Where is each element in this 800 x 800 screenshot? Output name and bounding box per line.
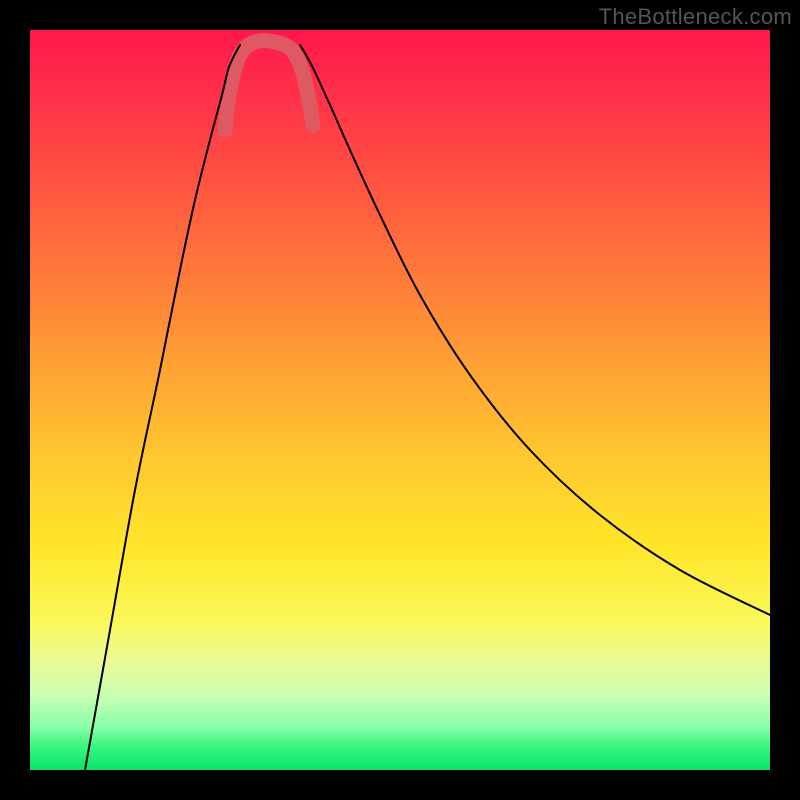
series-left-branch	[85, 45, 240, 770]
curve-layer	[30, 30, 770, 770]
watermark-text: TheBottleneck.com	[599, 4, 792, 30]
series-right-branch	[300, 45, 770, 615]
chart-area	[30, 30, 770, 770]
series-valley-highlight	[225, 41, 313, 130]
curve-group	[85, 41, 770, 770]
